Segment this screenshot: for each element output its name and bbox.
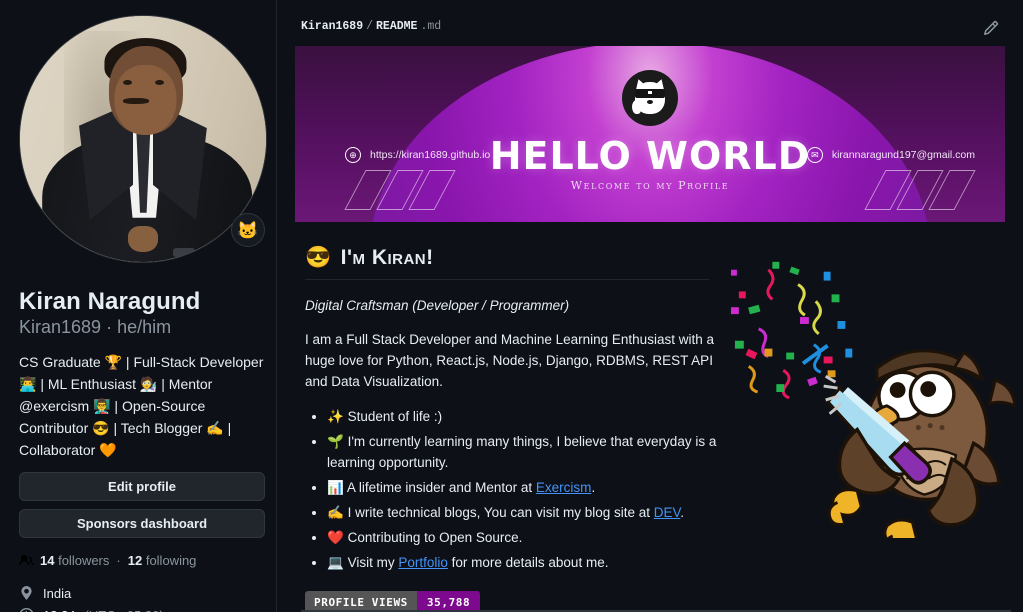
- banner-stripes-left: [344, 170, 456, 210]
- breadcrumb-filename[interactable]: README: [376, 20, 417, 33]
- list-item-text: A lifetime insider and Mentor at: [346, 480, 536, 495]
- sparkles-emoji-icon: ✨: [327, 409, 344, 424]
- avatar-container: 🐱: [19, 15, 267, 263]
- intro-paragraph: I am a Full Stack Developer and Machine …: [305, 332, 714, 389]
- exercism-link[interactable]: Exercism: [536, 480, 592, 495]
- banner-website[interactable]: ⊕ https://kiran1689.github.io: [345, 147, 490, 163]
- profile-bio: CS Graduate 🏆 | Full-Stack Developer 👨‍💻…: [19, 354, 264, 458]
- owl: [823, 349, 1017, 551]
- breadcrumb-owner[interactable]: Kiran1689: [301, 20, 363, 33]
- writing-hand-emoji-icon: ✍: [327, 505, 344, 520]
- banner-email[interactable]: ✉ kirannaragund197@gmail.com: [806, 147, 975, 163]
- list-item-text: Student of life :): [347, 409, 443, 424]
- list-item-suffix: .: [591, 480, 596, 495]
- handle-separator: ·: [106, 317, 113, 337]
- highlights-list: ✨ Student of life :) 🌱 I'm currently lea…: [327, 406, 747, 573]
- status-emoji: 🐱: [237, 220, 259, 240]
- following-link[interactable]: 12 following: [128, 553, 197, 568]
- clock-icon: [19, 608, 34, 612]
- github-octocat-sunglasses-icon: [630, 77, 670, 118]
- profile-views-count: 35,788: [416, 591, 481, 612]
- list-item-text: Contributing to Open Source.: [347, 530, 523, 545]
- list-item: 💻 Visit my Portfolio for more details ab…: [327, 552, 747, 573]
- timezone-value: (UTC +05:30): [85, 608, 164, 612]
- list-item-text: Visit my: [347, 555, 399, 570]
- confetti: [730, 261, 853, 400]
- list-item-suffix: for more details about me.: [447, 555, 609, 570]
- globe-icon: ⊕: [345, 147, 361, 163]
- heart-emoji-icon: ❤️: [327, 530, 344, 545]
- banner-stripes-right: [864, 170, 976, 210]
- breadcrumb: Kiran1689 / README .md: [301, 20, 441, 33]
- profile-handle: Kiran1689 · he/him: [19, 317, 256, 338]
- list-item: 🌱 I'm currently learning many things, I …: [327, 431, 747, 473]
- handle-login: Kiran1689: [19, 317, 102, 337]
- list-item: 📊 A lifetime insider and Mentor at Exerc…: [327, 477, 747, 498]
- list-item: ✍ I write technical blogs, You can visit…: [327, 502, 747, 523]
- pencil-icon[interactable]: [983, 20, 999, 36]
- location-value: India: [43, 586, 72, 601]
- following-count: 12: [127, 553, 143, 568]
- dev-link[interactable]: DEV: [654, 505, 681, 520]
- people-icon: [19, 554, 34, 566]
- followers-count: 14: [40, 553, 55, 568]
- chart-emoji-icon: 📊: [327, 480, 344, 495]
- followers-label: followers: [58, 553, 110, 568]
- github-profile-page: 🐱 Kiran Naragund Kiran1689 · he/him CS G…: [0, 0, 1023, 612]
- readme-header: Kiran1689 / README .md: [295, 16, 1005, 36]
- envelope-icon: ✉: [806, 147, 823, 163]
- location-pin-icon: [21, 586, 32, 600]
- profile-views-label: PROFILE VIEWS: [305, 591, 417, 612]
- handle-pronouns: he/him: [117, 317, 172, 337]
- local-time-value: 13:34: [43, 608, 76, 612]
- profile-name: Kiran Naragund: [19, 288, 201, 315]
- profile-details: India 13:34 (UTC +05:30) kirannaragund19…: [19, 586, 256, 612]
- list-item-text: I'm currently learning many things, I be…: [327, 434, 717, 470]
- avatar[interactable]: [19, 15, 267, 263]
- readme-panel: Kiran1689 / README .md HELLO WORLD Welcom…: [277, 0, 1023, 612]
- status-badge[interactable]: 🐱: [231, 213, 265, 247]
- following-label: following: [145, 553, 197, 568]
- sunglasses-emoji-icon: 😎: [305, 246, 332, 269]
- followers-row: 14 followers · 12 following: [19, 553, 256, 568]
- list-item-suffix: .: [680, 505, 685, 520]
- readme-heading-text: I'm Kiran!: [340, 246, 434, 269]
- sponsors-dashboard-button[interactable]: Sponsors dashboard: [19, 509, 265, 538]
- breadcrumb-extension: .md: [420, 20, 442, 33]
- follow-separator: ·: [116, 553, 121, 568]
- banner-website-text: https://kiran1689.github.io: [370, 149, 491, 161]
- profile-views-badge: PROFILE VIEWS 35,788: [305, 591, 481, 612]
- followers-link[interactable]: 14 followers: [40, 553, 109, 568]
- list-item-text: I write technical blogs, You can visit m…: [347, 505, 654, 520]
- list-item: ✨ Student of life :): [327, 406, 747, 427]
- local-time-row: 13:34 (UTC +05:30): [19, 608, 256, 612]
- github-logo-badge: [622, 70, 678, 126]
- seedling-emoji-icon: 🌱: [327, 434, 344, 449]
- profile-sidebar: 🐱 Kiran Naragund Kiran1689 · he/him CS G…: [0, 0, 277, 612]
- location-row: India: [19, 586, 256, 601]
- portfolio-link[interactable]: Portfolio: [398, 555, 448, 570]
- list-item: ❤️ Contributing to Open Source.: [327, 527, 747, 548]
- breadcrumb-slash: /: [366, 20, 374, 33]
- banner-email-text: kirannaragund197@gmail.com: [831, 149, 975, 161]
- readme-banner: HELLO WORLD Welcome to my Profile ⊕ http…: [295, 46, 1005, 222]
- edit-profile-button[interactable]: Edit profile: [19, 472, 265, 501]
- party-owl-confetti-illustration: [729, 248, 1017, 551]
- laptop-emoji-icon: 💻: [327, 555, 344, 570]
- heading-divider: [305, 279, 709, 280]
